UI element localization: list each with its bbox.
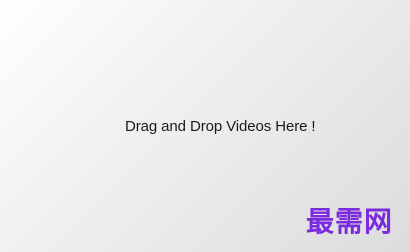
video-drop-zone[interactable]: Drag and Drop Videos Here ! 最需网: [0, 0, 410, 252]
watermark-logo: 最需网: [305, 205, 393, 238]
drop-zone-label: Drag and Drop Videos Here !: [125, 118, 316, 135]
